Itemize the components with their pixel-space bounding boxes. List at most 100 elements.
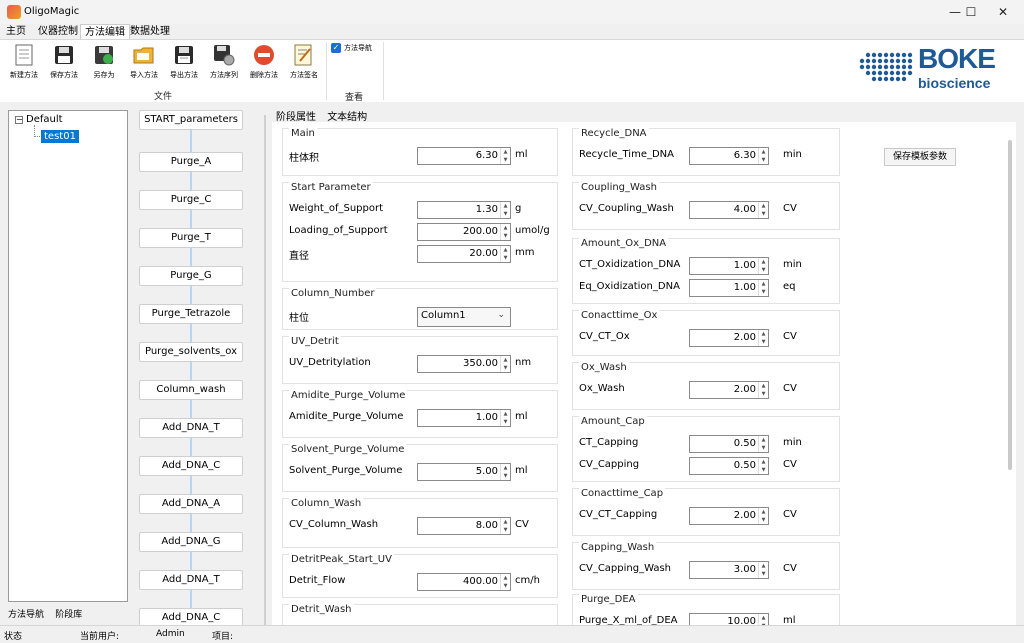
tab-stage-library[interactable]: 阶段库 — [55, 607, 82, 620]
menu-instrument-control[interactable]: 仪器控制 — [34, 24, 82, 40]
group-title: Main — [289, 128, 317, 139]
numeric-spinner[interactable]: 20.00 ▲ ▼ — [417, 245, 511, 263]
spinner-arrows-icon[interactable]: ▲▼ — [758, 458, 768, 474]
numeric-spinner[interactable]: 6.30 ▲ ▼ — [689, 147, 769, 165]
field-unit: nm — [515, 357, 532, 368]
numeric-spinner[interactable]: 2.00 ▲ ▼ — [689, 329, 769, 347]
numeric-spinner[interactable]: 2.00 ▲ ▼ — [689, 507, 769, 525]
group-title: Ox_Wash — [579, 362, 629, 373]
column-select[interactable]: Column1 ⌄ — [417, 307, 511, 327]
numeric-spinner[interactable]: 200.00 ▲ ▼ — [417, 223, 511, 241]
spinner-arrows-icon[interactable]: ▲▼ — [500, 356, 510, 372]
boke-logo: BOKE bioscience — [856, 43, 1006, 93]
tree-node-test01[interactable]: test01 — [41, 130, 79, 143]
field-label: CT_Oxidization_DNA — [579, 259, 681, 270]
menu-home[interactable]: 主页 — [2, 24, 30, 40]
param-group: Amidite_Purge_Volume Amidite_Purge_Volume… — [282, 390, 558, 438]
method-signature-label: 方法签名 — [290, 71, 318, 79]
numeric-spinner[interactable]: 2.00 ▲ ▼ — [689, 381, 769, 399]
export-method-button[interactable]: 导出方法 — [164, 42, 204, 86]
stage-button[interactable]: Add_DNA_C — [139, 608, 243, 625]
collapse-icon[interactable]: − — [15, 115, 23, 124]
stage-button[interactable]: Purge_C — [139, 190, 243, 210]
group-title: Solvent_Purge_Volume — [289, 444, 407, 455]
numeric-spinner[interactable]: 350.00 ▲ ▼ — [417, 355, 511, 373]
spinner-value: 1.00 — [733, 282, 756, 293]
method-tree[interactable]: − Default test01 — [8, 110, 128, 602]
stage-button[interactable]: Purge_G — [139, 266, 243, 286]
param-group: Amount_Ox_DNA CT_Oxidization_DNA 1.00 ▲ ▼ min… — [572, 238, 840, 304]
menu-data-processing[interactable]: 数据处理 — [126, 24, 174, 40]
stage-button[interactable]: Column_wash — [139, 380, 243, 400]
spinner-arrows-icon[interactable]: ▲▼ — [758, 148, 768, 164]
numeric-spinner[interactable]: 0.50 ▲ ▼ — [689, 435, 769, 453]
delete-method-button[interactable]: 删除方法 — [244, 42, 284, 86]
spinner-arrows-icon[interactable]: ▲▼ — [500, 464, 510, 480]
numeric-spinner[interactable]: 1.00 ▲ ▼ — [689, 257, 769, 275]
panel-tabs: 阶段属性 文本结构 — [276, 108, 375, 123]
splitter[interactable] — [264, 115, 266, 625]
spinner-arrows-icon[interactable]: ▲▼ — [500, 148, 510, 164]
group-title: Coupling_Wash — [579, 182, 659, 193]
spinner-arrows-icon[interactable]: ▲▼ — [500, 574, 510, 590]
panel-scrollbar[interactable] — [1008, 140, 1012, 470]
numeric-spinner[interactable]: 400.00 ▲ ▼ — [417, 573, 511, 591]
spinner-arrows-icon[interactable]: ▲▼ — [500, 224, 510, 240]
import-method-button[interactable]: 导入方法 — [124, 42, 164, 86]
spinner-arrows-icon[interactable]: ▲▼ — [758, 330, 768, 346]
spinner-arrows-icon[interactable]: ▲▼ — [758, 202, 768, 218]
spinner-arrows-icon[interactable]: ▲▼ — [758, 382, 768, 398]
spinner-arrows-icon[interactable]: ▲▼ — [758, 508, 768, 524]
field-unit: min — [783, 259, 802, 270]
spinner-arrows-icon[interactable]: ▲▼ — [758, 614, 768, 625]
close-button[interactable]: ✕ — [980, 0, 1024, 24]
numeric-spinner[interactable]: 6.30 ▲ ▼ — [417, 147, 511, 165]
method-signature-button[interactable]: 方法签名 — [284, 42, 324, 86]
numeric-spinner[interactable]: 1.00 ▲ ▼ — [417, 409, 511, 427]
spinner-arrows-icon[interactable]: ▲▼ — [500, 410, 510, 426]
new-method-button[interactable]: 新建方法 — [4, 42, 44, 86]
spinner-arrows-icon[interactable]: ▲▼ — [500, 246, 510, 262]
spinner-value: 10.00 — [727, 616, 756, 625]
field-unit: ml — [515, 411, 528, 422]
param-group: Ox_Wash Ox_Wash 2.00 ▲ ▼ CV — [572, 362, 840, 410]
numeric-spinner[interactable]: 1.00 ▲ ▼ — [689, 279, 769, 297]
spinner-arrows-icon[interactable]: ▲▼ — [758, 280, 768, 296]
numeric-spinner[interactable]: 5.00 ▲ ▼ — [417, 463, 511, 481]
tab-stage-properties[interactable]: 阶段属性 — [276, 108, 316, 123]
menu-method-edit[interactable]: 方法编辑 — [80, 24, 130, 40]
stage-button[interactable]: Add_DNA_A — [139, 494, 243, 514]
field-unit: umol/g — [515, 225, 550, 236]
save-as-button[interactable]: 另存为 — [84, 42, 124, 86]
spinner-arrows-icon[interactable]: ▲▼ — [758, 258, 768, 274]
tab-text-structure[interactable]: 文本结构 — [327, 108, 367, 123]
stage-button[interactable]: Add_DNA_C — [139, 456, 243, 476]
save-method-button[interactable]: 保存方法 — [44, 42, 84, 86]
numeric-spinner[interactable]: 3.00 ▲ ▼ — [689, 561, 769, 579]
method-sequence-button[interactable]: 方法序列 — [204, 42, 244, 86]
stage-connector — [190, 286, 192, 304]
spinner-arrows-icon[interactable]: ▲▼ — [500, 518, 510, 534]
stage-button[interactable]: Purge_T — [139, 228, 243, 248]
stage-button[interactable]: Add_DNA_G — [139, 532, 243, 552]
numeric-spinner[interactable]: 8.00 ▲ ▼ — [417, 517, 511, 535]
numeric-spinner[interactable]: 0.50 ▲ ▼ — [689, 457, 769, 475]
numeric-spinner[interactable]: 1.30 ▲ ▼ — [417, 201, 511, 219]
numeric-spinner[interactable]: 4.00 ▲ ▼ — [689, 201, 769, 219]
spinner-arrows-icon[interactable]: ▲▼ — [758, 562, 768, 578]
stage-button[interactable]: Purge_solvents_ox — [139, 342, 243, 362]
stage-button[interactable]: Purge_A — [139, 152, 243, 172]
stage-button[interactable]: Add_DNA_T — [139, 570, 243, 590]
stage-button[interactable]: Add_DNA_T — [139, 418, 243, 438]
numeric-spinner[interactable]: 10.00▲▼ — [689, 613, 769, 625]
field-unit: CV — [783, 563, 797, 574]
stage-button[interactable]: START_parameters — [139, 110, 243, 130]
stage-button[interactable]: Purge_Tetrazole — [139, 304, 243, 324]
save-template-button[interactable]: 保存模板参数 — [884, 148, 956, 166]
nav-checkbox[interactable]: ✓ 方法导航 — [331, 43, 372, 53]
checkbox-check-icon: ✓ — [331, 43, 341, 53]
spinner-arrows-icon[interactable]: ▲▼ — [500, 202, 510, 218]
tab-method-nav[interactable]: 方法导航 — [8, 607, 44, 620]
spinner-arrows-icon[interactable]: ▲▼ — [758, 436, 768, 452]
tree-node-default[interactable]: − Default — [15, 114, 63, 125]
